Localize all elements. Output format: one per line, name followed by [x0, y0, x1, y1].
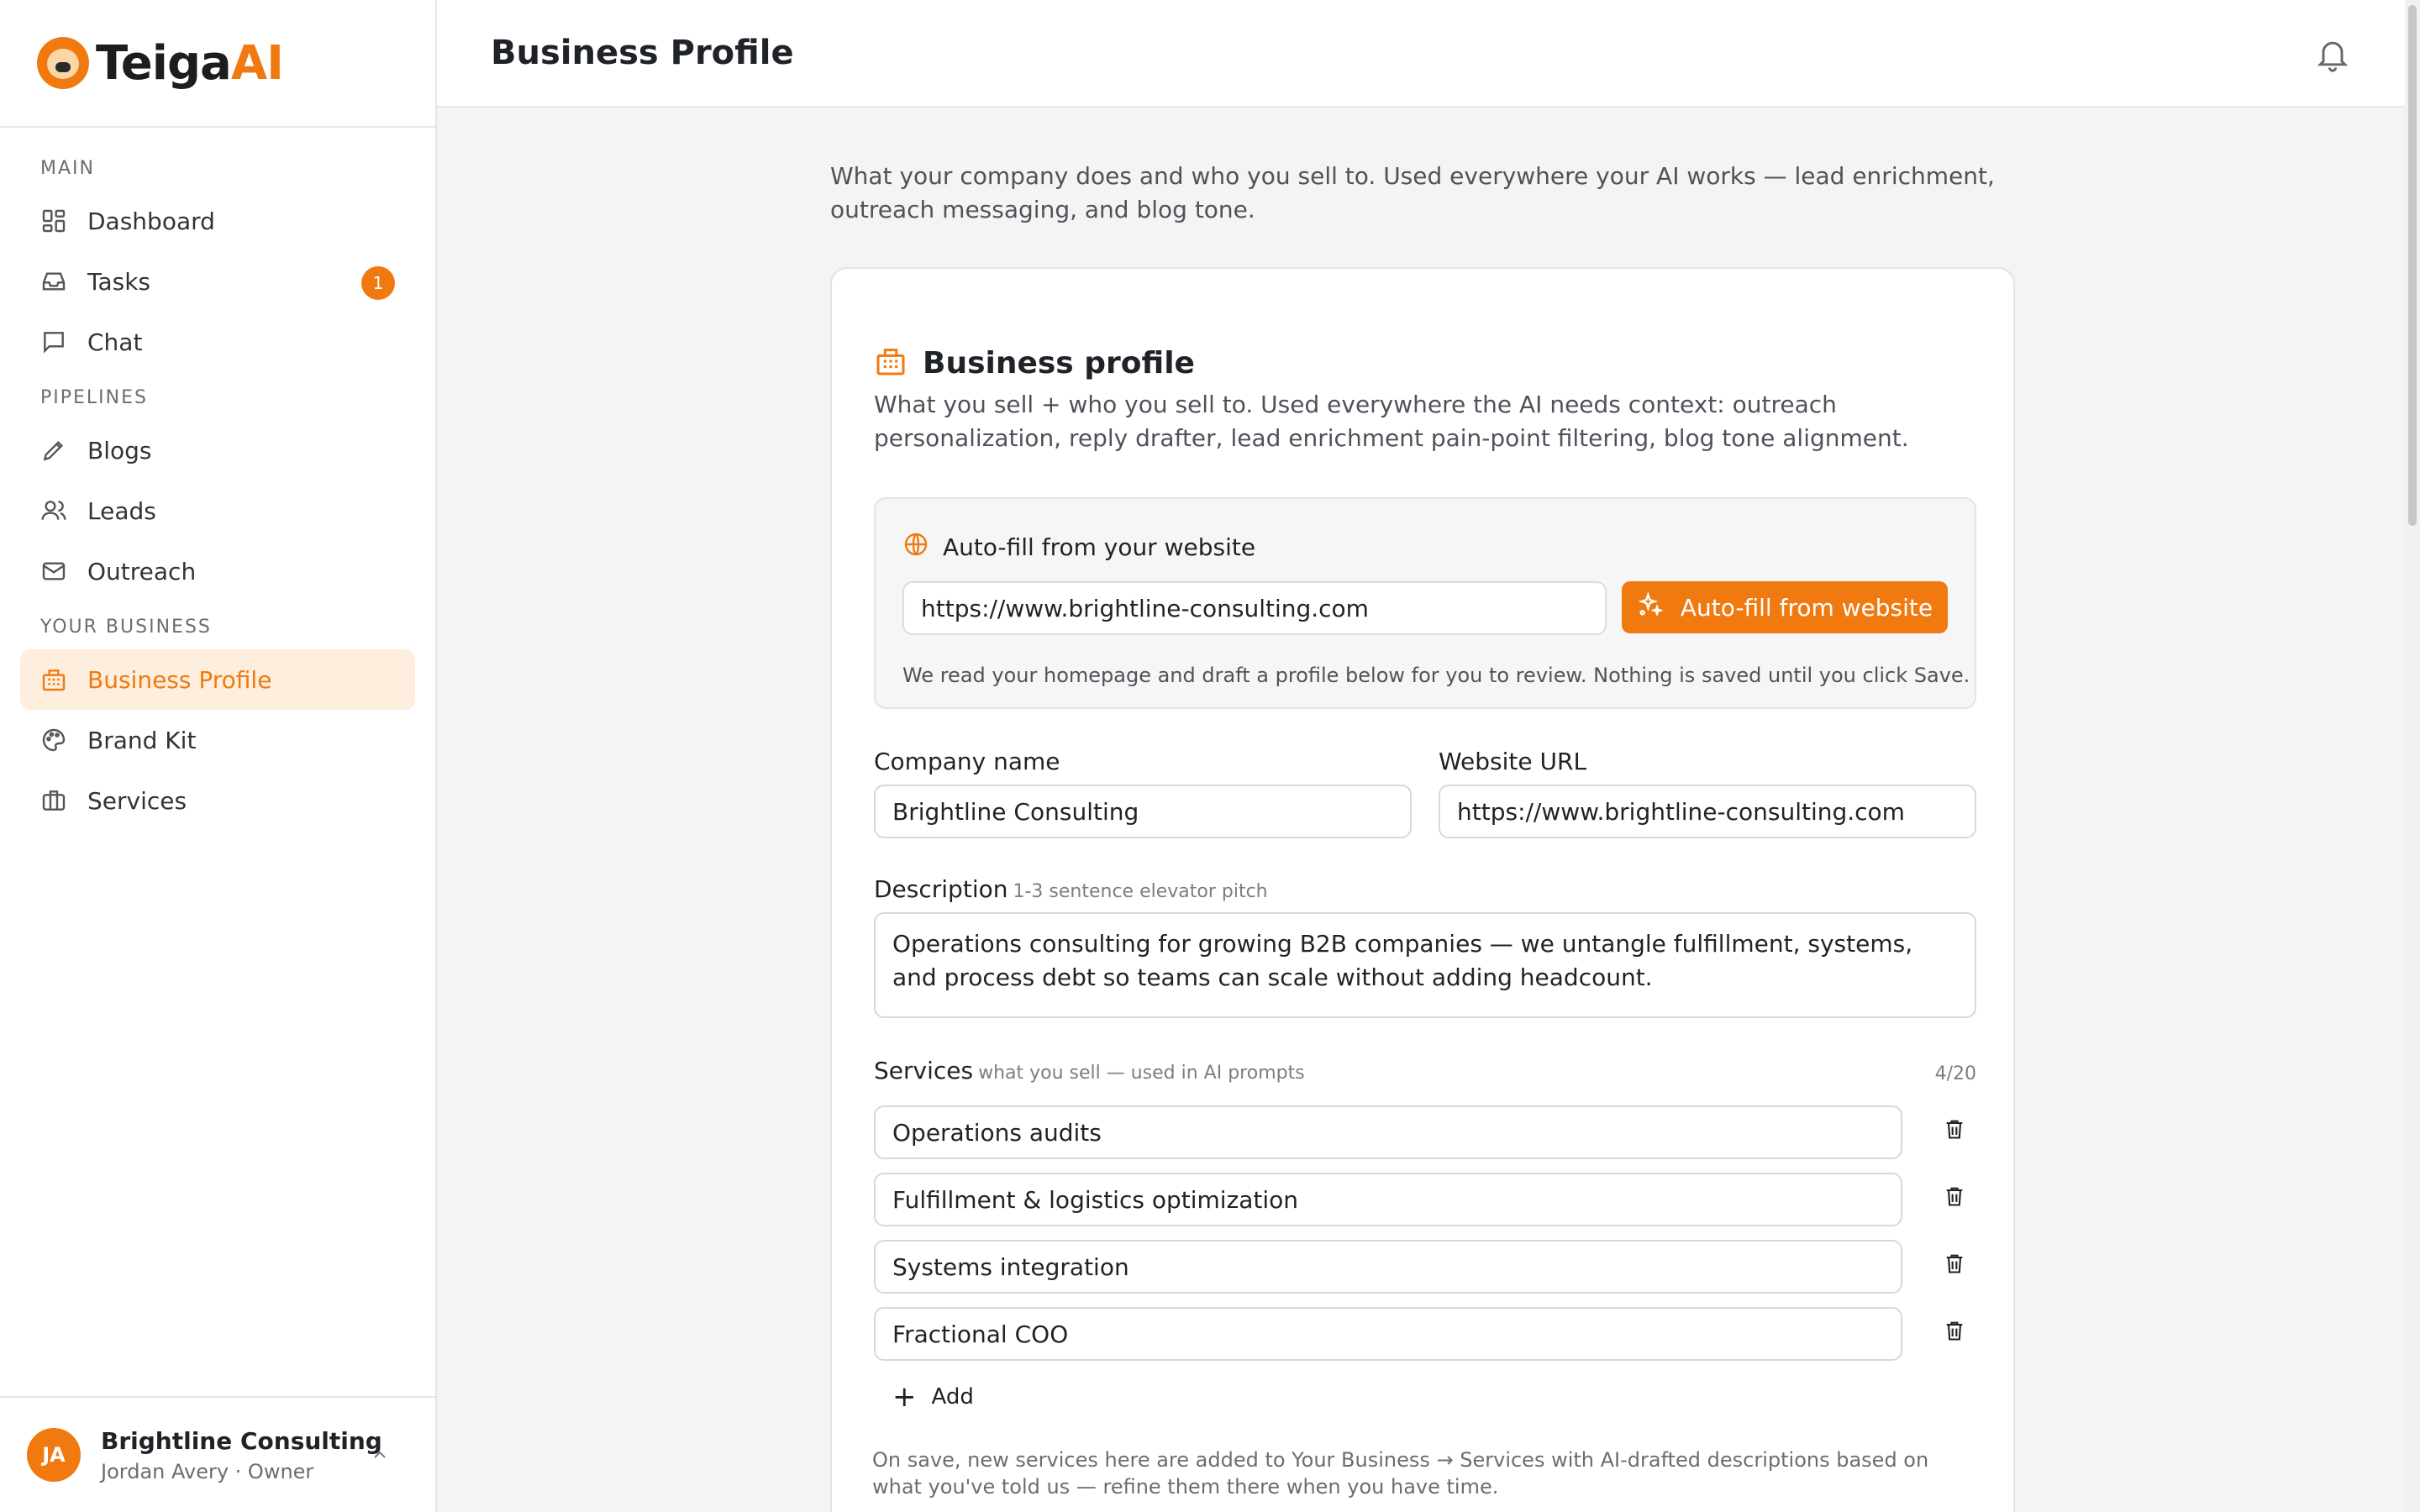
brand-name: TeigaAI	[96, 35, 284, 91]
plus-icon: +	[892, 1380, 917, 1414]
services-counter: 4/20	[1934, 1063, 1976, 1084]
website-url-label: Website URL	[1439, 748, 1587, 775]
trash-icon[interactable]	[1943, 1250, 1966, 1277]
card-subtitle: What you sell + who you sell to. Used ev…	[874, 391, 1909, 452]
description-label: Description	[874, 875, 1008, 903]
building-icon	[874, 344, 908, 381]
autofill-panel: Auto-fill from your website https://www.…	[874, 497, 1976, 709]
sidebar-item-label: Brand Kit	[87, 726, 197, 754]
services-hint: what you sell — used in AI prompts	[978, 1063, 1305, 1084]
service-input[interactable]: Systems integration	[874, 1240, 1902, 1294]
business-profile-card: Business profile What you sell + who you…	[830, 267, 2015, 1512]
scrollbar-thumb[interactable]	[2408, 5, 2417, 526]
sidebar-item-label: Blogs	[87, 436, 152, 465]
briefcase-icon	[40, 787, 67, 814]
add-service-label: Add	[931, 1384, 974, 1410]
trash-icon[interactable]	[1943, 1317, 1966, 1344]
card-header: Business profile	[874, 344, 1195, 381]
sidebar-item-blogs[interactable]: Blogs	[0, 420, 415, 480]
sidebar-item-label: Leads	[87, 496, 156, 525]
sidebar: TeigaAI MAIN Dashboard Tasks 1 Chat PIPE…	[0, 0, 437, 1512]
sidebar-item-services[interactable]: Services	[0, 770, 415, 831]
add-service-button[interactable]: + Add	[892, 1383, 974, 1411]
inbox-icon	[40, 268, 67, 295]
services-label: Services	[874, 1057, 974, 1084]
pencil-icon	[40, 437, 67, 464]
service-input[interactable]: Fractional COO	[874, 1307, 1902, 1361]
palette-icon	[40, 727, 67, 753]
organization-name: Brightline Consulting	[101, 1426, 382, 1455]
sidebar-item-label: Services	[87, 786, 187, 815]
autofill-button-label: Auto-fill from website	[1680, 593, 1933, 622]
notifications-bell-icon[interactable]	[2314, 35, 2351, 76]
mail-icon	[40, 558, 67, 585]
logo[interactable]: TeigaAI	[0, 0, 435, 128]
sidebar-item-leads[interactable]: Leads	[0, 480, 415, 541]
section-label-main: MAIN	[40, 158, 95, 179]
page-description: What your company does and who you sell …	[830, 162, 1995, 223]
account-switcher[interactable]: JA Brightline Consulting Jordan Avery · …	[0, 1396, 435, 1512]
service-input[interactable]: Fulfillment & logistics optimization	[874, 1173, 1902, 1226]
autofill-heading: Auto-fill from your website	[902, 531, 1255, 564]
sidebar-item-label: Tasks	[87, 267, 151, 296]
chevron-up-icon[interactable]	[370, 1445, 390, 1468]
sidebar-item-label: Chat	[87, 328, 143, 356]
sidebar-item-business-profile[interactable]: Business Profile	[20, 649, 415, 710]
sparkles-icon	[1637, 591, 1664, 624]
sidebar-item-label: Outreach	[87, 557, 197, 585]
users-icon	[40, 497, 67, 524]
services-label-row: Services what you sell — used in AI promp…	[874, 1057, 1305, 1084]
avatar: JA	[27, 1428, 81, 1482]
service-input[interactable]: Operations audits	[874, 1105, 1902, 1159]
sidebar-item-label: Business Profile	[87, 665, 272, 694]
tasks-count-badge: 1	[361, 266, 395, 300]
card-title: Business profile	[923, 345, 1195, 381]
trash-icon[interactable]	[1943, 1183, 1966, 1210]
section-label-pipelines: PIPELINES	[40, 387, 148, 408]
sidebar-nav: MAIN Dashboard Tasks 1 Chat PIPELINES Bl…	[0, 128, 435, 831]
sidebar-item-tasks[interactable]: Tasks 1	[0, 251, 415, 312]
autofill-url-input[interactable]: https://www.brightline-consulting.com	[902, 581, 1607, 635]
company-name-field[interactable]: Brightline Consulting	[874, 785, 1412, 838]
autofill-title: Auto-fill from your website	[943, 533, 1256, 561]
sidebar-item-brand-kit[interactable]: Brand Kit	[0, 710, 415, 770]
services-save-note: On save, new services here are added to …	[872, 1448, 1929, 1499]
sidebar-item-chat[interactable]: Chat	[0, 312, 415, 372]
website-url-field[interactable]: https://www.brightline-consulting.com	[1439, 785, 1976, 838]
sidebar-item-dashboard[interactable]: Dashboard	[0, 191, 415, 251]
tiger-logo-icon	[37, 37, 89, 89]
autofill-button[interactable]: Auto-fill from website	[1622, 581, 1948, 633]
company-name-label: Company name	[874, 748, 1060, 775]
description-hint: 1-3 sentence elevator pitch	[1013, 881, 1268, 902]
dashboard-icon	[40, 207, 67, 234]
description-label-row: Description 1-3 sentence elevator pitch	[874, 875, 1268, 903]
page-scrollbar[interactable]	[2405, 0, 2420, 1512]
building-icon	[40, 666, 67, 693]
page-title: Business Profile	[491, 34, 794, 72]
top-bar: Business Profile	[437, 0, 2405, 108]
autofill-note: We read your homepage and draft a profil…	[902, 664, 1970, 687]
globe-icon	[902, 531, 929, 564]
user-role: Jordan Avery · Owner	[101, 1459, 314, 1483]
trash-icon[interactable]	[1943, 1116, 1966, 1142]
description-textarea[interactable]: Operations consulting for growing B2B co…	[874, 912, 1976, 1018]
sidebar-item-label: Dashboard	[87, 207, 215, 235]
chat-icon	[40, 328, 67, 355]
sidebar-item-outreach[interactable]: Outreach	[0, 541, 415, 601]
section-label-your-business: YOUR BUSINESS	[40, 617, 212, 638]
